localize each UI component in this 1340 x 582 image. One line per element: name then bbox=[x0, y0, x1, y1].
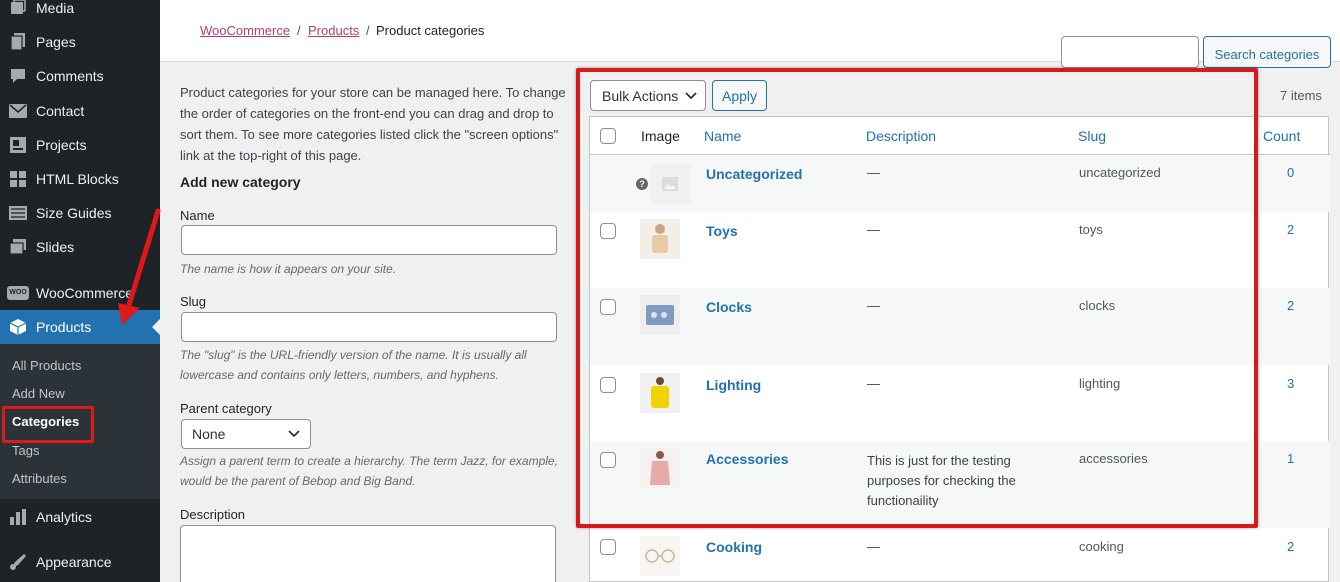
slug-label: Slug bbox=[180, 294, 207, 309]
sidebar-item-appearance[interactable]: Appearance bbox=[0, 545, 160, 579]
cooking-thumbnail bbox=[640, 536, 680, 576]
parent-category-value: None bbox=[192, 426, 226, 442]
sidebar-item-label: Contact bbox=[36, 103, 85, 119]
submenu-add-new[interactable]: Add New bbox=[12, 386, 65, 401]
sidebar-item-pages[interactable]: Pages bbox=[0, 25, 160, 59]
column-count[interactable]: Count bbox=[1263, 128, 1300, 144]
analytics-icon bbox=[0, 509, 36, 525]
name-label: Name bbox=[180, 208, 215, 223]
sidebar-item-contact[interactable]: Contact bbox=[0, 94, 160, 128]
submenu-all-products[interactable]: All Products bbox=[12, 358, 81, 373]
sidebar-item-projects[interactable]: Projects bbox=[0, 128, 160, 162]
media-icon bbox=[0, 0, 36, 17]
breadcrumb-separator: / bbox=[366, 23, 370, 38]
size-guides-icon bbox=[0, 206, 36, 220]
search-categories-button[interactable]: Search categories bbox=[1203, 36, 1331, 68]
sidebar-item-label: Size Guides bbox=[36, 205, 112, 221]
slug-input[interactable] bbox=[181, 312, 557, 342]
category-count-link[interactable]: 0 bbox=[1287, 165, 1294, 180]
slug-help: The "slug" is the URL-friendly version o… bbox=[180, 348, 527, 382]
category-count-link[interactable]: 1 bbox=[1287, 451, 1294, 466]
products-icon bbox=[0, 318, 36, 336]
sidebar-item-label: Projects bbox=[36, 137, 87, 153]
appearance-icon bbox=[0, 553, 36, 571]
sidebar-item-media[interactable]: Media bbox=[0, 0, 160, 25]
category-name-link[interactable]: Cooking bbox=[706, 539, 762, 555]
description-label: Description bbox=[180, 507, 246, 522]
chevron-down-icon bbox=[288, 430, 300, 438]
breadcrumb-separator: / bbox=[297, 23, 301, 38]
sidebar-item-label: Products bbox=[36, 319, 92, 335]
sidebar-item-label: Pages bbox=[36, 34, 76, 50]
category-count-link[interactable]: 2 bbox=[1287, 539, 1294, 554]
category-count-link[interactable]: 2 bbox=[1287, 222, 1294, 237]
name-input[interactable] bbox=[181, 225, 557, 255]
sidebar-item-label: Comments bbox=[36, 68, 104, 84]
submenu-tags[interactable]: Tags bbox=[12, 443, 39, 458]
categories-highlight-annotation bbox=[2, 406, 94, 443]
submenu-attributes[interactable]: Attributes bbox=[12, 471, 67, 486]
woocommerce-icon: WOO bbox=[0, 286, 36, 300]
sidebar-item-label: Media bbox=[36, 0, 75, 16]
breadcrumb-products[interactable]: Products bbox=[308, 23, 359, 38]
breadcrumb-woocommerce[interactable]: WooCommerce bbox=[200, 23, 290, 38]
parent-category-help: Assign a parent term to create a hierarc… bbox=[180, 454, 558, 488]
table-highlight-annotation bbox=[576, 68, 1258, 528]
slides-icon bbox=[0, 238, 36, 256]
search-input[interactable] bbox=[1061, 36, 1199, 68]
parent-category-select[interactable]: None bbox=[181, 419, 311, 449]
table-row: Cooking — cooking 2 bbox=[590, 528, 1330, 582]
sidebar-item-label: Analytics bbox=[36, 509, 93, 525]
parent-category-label: Parent category bbox=[180, 401, 272, 416]
name-help: The name is how it appears on your site. bbox=[180, 262, 397, 276]
form-heading: Add new category bbox=[180, 174, 301, 190]
comments-icon bbox=[0, 67, 36, 85]
pages-icon bbox=[0, 33, 36, 51]
sidebar-item-label: HTML Blocks bbox=[36, 171, 119, 187]
category-count-link[interactable]: 2 bbox=[1287, 298, 1294, 313]
annotation-arrow-icon bbox=[118, 208, 161, 325]
sidebar-item-label: Slides bbox=[36, 239, 75, 255]
contact-icon bbox=[0, 104, 36, 118]
category-count-link[interactable]: 3 bbox=[1287, 376, 1294, 391]
intro-text: Product categories for your store can be… bbox=[180, 85, 566, 163]
sidebar-item-comments[interactable]: Comments bbox=[0, 59, 160, 93]
items-count: 7 items bbox=[1280, 88, 1322, 103]
category-slug: cooking bbox=[1079, 539, 1124, 554]
sidebar-item-analytics[interactable]: Analytics bbox=[0, 500, 160, 534]
breadcrumb-current: Product categories bbox=[376, 23, 485, 38]
projects-icon bbox=[0, 136, 36, 154]
category-description: — bbox=[867, 539, 880, 554]
sidebar-item-html-blocks[interactable]: HTML Blocks bbox=[0, 162, 160, 196]
html-blocks-icon bbox=[0, 170, 36, 188]
woo-badge: WOO bbox=[7, 286, 29, 300]
row-checkbox[interactable] bbox=[600, 539, 616, 555]
description-textarea[interactable] bbox=[180, 525, 556, 582]
sidebar-item-label: Appearance bbox=[36, 554, 112, 570]
